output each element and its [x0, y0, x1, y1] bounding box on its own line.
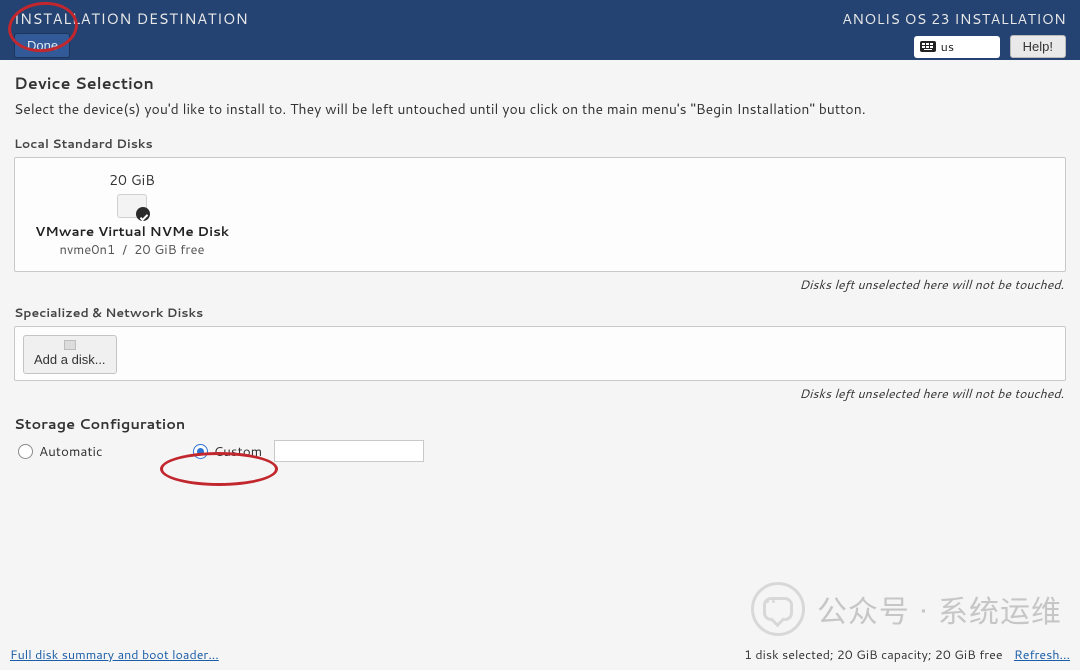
header-bar: INSTALLATION DESTINATION Done ANOLIS OS … [0, 0, 1080, 60]
header-controls: us Help! [914, 35, 1066, 58]
main-content: Device Selection Select the device(s) yo… [0, 60, 1080, 670]
local-disks-box: 20 GiB VMware Virtual NVMe Disk nvme0n1 … [14, 157, 1066, 272]
keyboard-icon [920, 41, 936, 52]
footer-status-text: 1 disk selected; 20 GiB capacity; 20 GiB… [744, 646, 1002, 664]
storage-config-options: Automatic Custom [18, 440, 1066, 462]
help-button[interactable]: Help! [1010, 35, 1066, 58]
radio-automatic-label: Automatic [39, 442, 103, 461]
device-selection-description: Select the device(s) you'd like to insta… [14, 99, 1066, 119]
custom-entry-field[interactable] [274, 440, 424, 462]
header-left: INSTALLATION DESTINATION Done [14, 8, 248, 58]
hard-disk-icon [117, 194, 147, 218]
footer-status: 1 disk selected; 20 GiB capacity; 20 GiB… [744, 646, 1070, 664]
network-disks-box: Add a disk... [14, 326, 1066, 381]
device-selection-heading: Device Selection [14, 72, 1066, 95]
add-disk-button[interactable]: Add a disk... [23, 335, 117, 374]
keyboard-layout-label: us [941, 38, 954, 56]
radio-circle-icon [18, 444, 33, 459]
network-disks-label: Specialized & Network Disks [14, 304, 1066, 322]
disk-free: 20 GiB free [134, 241, 204, 259]
local-disks-label: Local Standard Disks [14, 135, 1066, 153]
local-disks-note: Disks left unselected here will not be t… [14, 276, 1064, 294]
storage-config-heading: Storage Configuration [14, 413, 1066, 434]
disk-tile[interactable]: 20 GiB VMware Virtual NVMe Disk nvme0n1 … [27, 170, 237, 259]
refresh-link[interactable]: Refresh... [1014, 646, 1070, 664]
network-disks-note: Disks left unselected here will not be t… [14, 385, 1064, 403]
footer-bar: Full disk summary and boot loader... 1 d… [0, 640, 1080, 670]
add-disk-label: Add a disk... [34, 352, 106, 367]
radio-custom-label: Custom [214, 442, 263, 461]
product-title: ANOLIS OS 23 INSTALLATION [842, 8, 1066, 29]
full-disk-summary-link[interactable]: Full disk summary and boot loader... [10, 646, 219, 664]
keyboard-indicator[interactable]: us [914, 36, 1000, 58]
disk-device: nvme0n1 [60, 241, 116, 259]
radio-custom[interactable]: Custom [193, 440, 425, 462]
disk-name: VMware Virtual NVMe Disk [35, 222, 229, 241]
radio-circle-selected-icon [193, 444, 208, 459]
disk-details: nvme0n1 / 20 GiB free [60, 241, 205, 259]
disk-size: 20 GiB [109, 170, 155, 190]
radio-automatic[interactable]: Automatic [18, 442, 103, 461]
header-right: ANOLIS OS 23 INSTALLATION us Help! [842, 8, 1066, 58]
done-button[interactable]: Done [14, 33, 70, 58]
page-title: INSTALLATION DESTINATION [14, 8, 248, 29]
add-disk-icon [64, 340, 76, 350]
